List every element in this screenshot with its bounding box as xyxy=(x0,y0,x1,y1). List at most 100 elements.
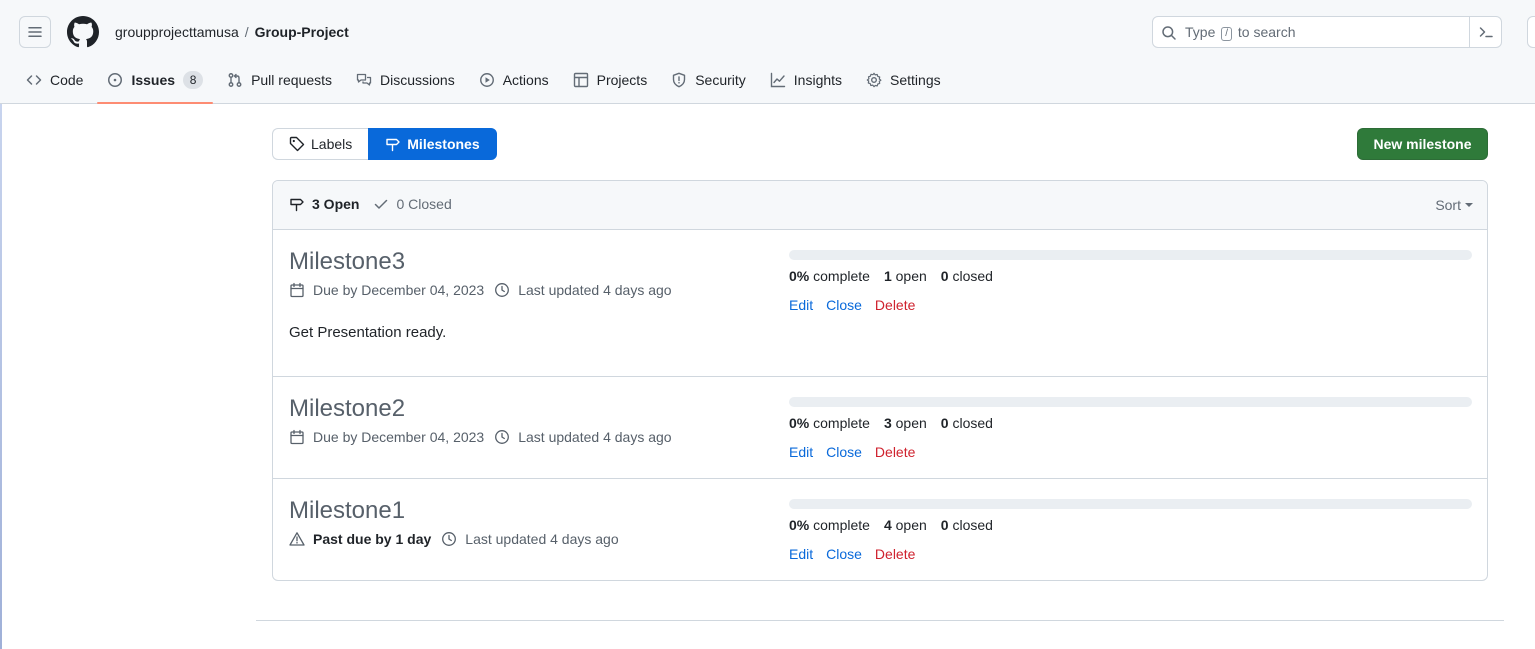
repo-link[interactable]: Group-Project xyxy=(255,24,349,40)
milestone-last-updated: Last updated 4 days ago xyxy=(494,429,672,445)
issues-count-badge: 8 xyxy=(183,71,204,89)
issue-opened-icon xyxy=(108,73,123,87)
close-milestone-link[interactable]: Close xyxy=(826,546,862,562)
milestones-list: 3 Open 0 Closed Sort Milestone3 Due by D… xyxy=(272,180,1488,581)
tab-label: Discussions xyxy=(380,72,455,88)
close-milestone-link[interactable]: Close xyxy=(826,444,862,460)
comment-discussion-icon xyxy=(356,73,372,86)
play-icon xyxy=(479,73,494,87)
tab-issues[interactable]: Issues 8 xyxy=(97,64,213,104)
open-issues-count[interactable]: 3 open xyxy=(884,415,927,431)
edit-milestone-link[interactable]: Edit xyxy=(789,297,813,313)
tab-insights[interactable]: Insights xyxy=(760,64,852,96)
delete-milestone-link[interactable]: Delete xyxy=(875,444,915,460)
milestones-list-header: 3 Open 0 Closed Sort xyxy=(273,181,1487,230)
search-placeholder: Type / to search xyxy=(1185,24,1296,41)
milestone-progress-bar xyxy=(789,250,1472,260)
command-palette-button[interactable] xyxy=(1469,17,1501,47)
closed-label: closed xyxy=(952,517,993,533)
search-placeholder-suffix: to search xyxy=(1237,24,1296,40)
clock-icon xyxy=(495,283,510,297)
closed-value: 0 xyxy=(940,415,949,431)
milestone-progress-bar xyxy=(789,499,1472,509)
menu-button[interactable] xyxy=(19,16,51,48)
milestone-item: Milestone2 Due by December 04, 2023 Last… xyxy=(273,377,1487,479)
code-icon xyxy=(26,75,42,85)
delete-milestone-link[interactable]: Delete xyxy=(875,297,915,313)
closed-value: 0 xyxy=(940,268,949,284)
calendar-icon xyxy=(290,282,304,298)
due-text: Due by December 04, 2023 xyxy=(313,282,485,298)
new-milestone-button[interactable]: New milestone xyxy=(1357,128,1488,160)
owner-link[interactable]: groupprojecttamusa xyxy=(115,24,239,40)
tag-icon xyxy=(289,136,305,152)
closed-milestones-filter[interactable]: 0 Closed xyxy=(373,196,452,212)
milestone-icon xyxy=(386,138,400,152)
milestone-stats: 0% complete 3 open 0 closed xyxy=(789,415,1007,431)
sort-dropdown[interactable]: Sort xyxy=(1435,197,1473,213)
milestone-icon xyxy=(290,198,304,212)
labels-milestones-subnav: Labels Milestones xyxy=(272,128,497,160)
gear-icon xyxy=(866,72,882,88)
closed-issues-count[interactable]: 0 closed xyxy=(941,415,993,431)
window-edge xyxy=(0,104,2,649)
open-issues-count[interactable]: 1 open xyxy=(884,268,927,284)
closed-issues-count[interactable]: 0 closed xyxy=(941,517,993,533)
milestone-actions: Edit Close Delete xyxy=(789,297,928,313)
open-issues-count[interactable]: 4 open xyxy=(884,517,927,533)
milestone-last-updated: Last updated 4 days ago xyxy=(494,282,672,298)
milestone-item: Milestone1 Past due by 1 day Last update… xyxy=(273,479,1487,580)
complete-label: complete xyxy=(813,517,870,533)
edit-milestone-link[interactable]: Edit xyxy=(789,546,813,562)
breadcrumb: groupprojecttamusa / Group-Project xyxy=(115,23,349,41)
search-placeholder-prefix: Type xyxy=(1185,24,1216,40)
search-input[interactable]: Type / to search xyxy=(1152,16,1502,48)
caret-down-icon xyxy=(1465,203,1473,207)
header-edge-button[interactable] xyxy=(1527,16,1535,48)
tab-actions[interactable]: Actions xyxy=(469,64,559,96)
milestone-stats: 0% complete 4 open 0 closed xyxy=(789,517,1007,533)
labels-tab-label: Labels xyxy=(311,136,353,152)
hamburger-icon xyxy=(28,27,42,37)
footer-divider xyxy=(256,620,1504,621)
open-milestones-filter[interactable]: 3 Open xyxy=(289,196,359,212)
milestones-tab-label: Milestones xyxy=(407,136,480,152)
search-icon xyxy=(1162,26,1176,40)
closed-label: closed xyxy=(952,268,993,284)
percent-complete: 0% complete xyxy=(789,268,870,284)
edit-milestone-link[interactable]: Edit xyxy=(789,444,813,460)
table-icon xyxy=(573,72,588,88)
tab-pull-requests[interactable]: Pull requests xyxy=(217,64,342,96)
tab-label: Pull requests xyxy=(251,72,332,88)
milestone-actions: Edit Close Delete xyxy=(789,546,928,562)
milestone-title[interactable]: Milestone3 xyxy=(289,248,405,276)
labels-tab[interactable]: Labels xyxy=(272,128,369,160)
due-text: Due by December 04, 2023 xyxy=(313,429,485,445)
close-milestone-link[interactable]: Close xyxy=(826,297,862,313)
milestones-tab[interactable]: Milestones xyxy=(368,128,497,160)
updated-text: Last updated 4 days ago xyxy=(518,282,672,298)
percent-value: 0% xyxy=(789,268,810,284)
tab-discussions[interactable]: Discussions xyxy=(346,64,465,96)
delete-milestone-link[interactable]: Delete xyxy=(875,546,915,562)
percent-value: 0% xyxy=(789,415,810,431)
tab-security[interactable]: Security xyxy=(661,64,756,96)
milestone-state-filters: 3 Open 0 Closed xyxy=(289,196,466,212)
milestone-title[interactable]: Milestone1 xyxy=(289,497,405,525)
tab-settings[interactable]: Settings xyxy=(856,64,951,96)
tab-label: Insights xyxy=(793,72,843,88)
tab-projects[interactable]: Projects xyxy=(563,64,658,96)
complete-label: complete xyxy=(813,415,870,431)
tab-label: Settings xyxy=(890,72,941,88)
milestone-title[interactable]: Milestone2 xyxy=(289,395,405,423)
past-due-text: Past due by 1 day xyxy=(313,531,432,547)
github-logo-icon[interactable] xyxy=(67,16,99,48)
closed-label: closed xyxy=(952,415,993,431)
breadcrumb-separator: / xyxy=(244,24,249,40)
graph-icon xyxy=(770,72,785,88)
milestone-last-updated: Last updated 4 days ago xyxy=(441,531,619,547)
tab-code[interactable]: Code xyxy=(16,64,93,96)
alert-icon xyxy=(289,532,305,546)
updated-text: Last updated 4 days ago xyxy=(465,531,619,547)
closed-issues-count[interactable]: 0 closed xyxy=(941,268,993,284)
